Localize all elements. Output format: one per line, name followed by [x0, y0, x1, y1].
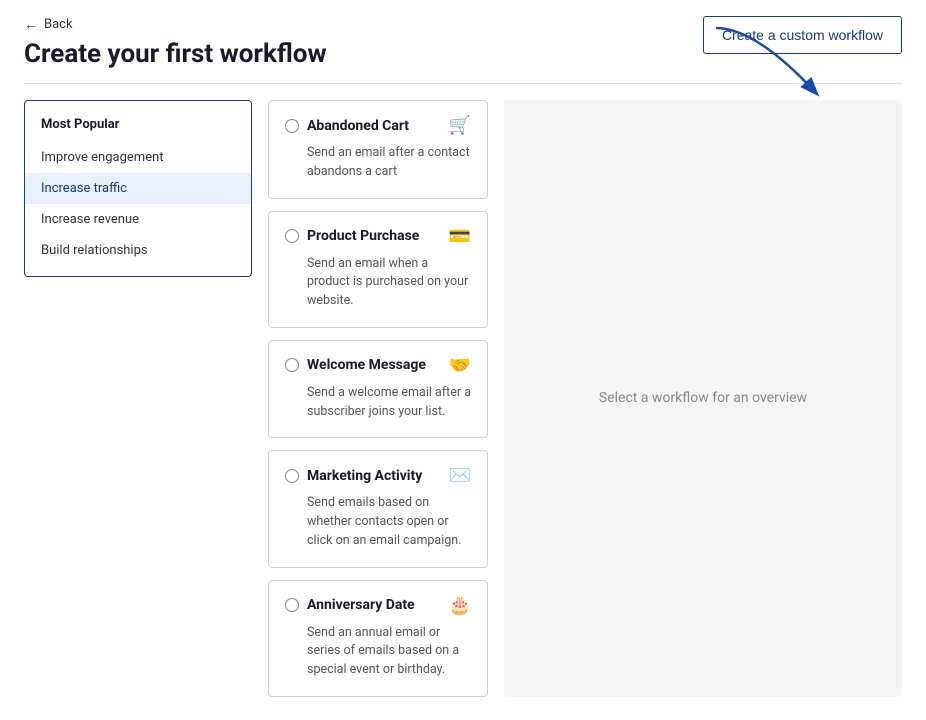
workflow-title-anniversary-date: Anniversary Date [307, 597, 415, 613]
workflow-card-welcome-message[interactable]: Welcome Message 🤝 Send a welcome email a… [268, 340, 488, 439]
radio-welcome-message[interactable] [285, 358, 299, 372]
workflow-icon-welcome-message: 🤝 [449, 355, 471, 376]
radio-marketing-activity[interactable] [285, 469, 299, 483]
workflow-card-abandoned-cart[interactable]: Abandoned Cart 🛒 Send an email after a c… [268, 100, 488, 199]
workflow-icon-abandoned-cart: 🛒 [449, 115, 471, 136]
radio-abandoned-cart[interactable] [285, 119, 299, 133]
workflow-title-welcome-message: Welcome Message [307, 357, 426, 373]
page-title: Create your first workflow [24, 39, 327, 69]
workflow-desc-anniversary-date: Send an annual email or series of emails… [285, 624, 471, 680]
workflow-desc-product-purchase: Send an email when a product is purchase… [285, 255, 471, 311]
workflow-card-product-purchase[interactable]: Product Purchase 💳 Send an email when a … [268, 211, 488, 328]
preview-panel: Select a workflow for an overview [504, 100, 902, 697]
sidebar-item-improve-engagement[interactable]: Improve engagement [25, 142, 251, 173]
workflow-desc-welcome-message: Send a welcome email after a subscriber … [285, 384, 471, 422]
workflow-title-marketing-activity: Marketing Activity [307, 468, 422, 484]
workflow-card-anniversary-date[interactable]: Anniversary Date 🎂 Send an annual email … [268, 580, 488, 697]
sidebar-item-increase-traffic[interactable]: Increase traffic [25, 173, 251, 204]
workflow-icon-anniversary-date: 🎂 [449, 595, 471, 616]
workflow-icon-marketing-activity: ✉️ [449, 465, 471, 486]
workflow-title-product-purchase: Product Purchase [307, 228, 419, 244]
workflow-desc-marketing-activity: Send emails based on whether contacts op… [285, 494, 471, 550]
preview-placeholder: Select a workflow for an overview [599, 390, 807, 406]
workflow-list: Abandoned Cart 🛒 Send an email after a c… [268, 100, 488, 697]
workflow-card-marketing-activity[interactable]: Marketing Activity ✉️ Send emails based … [268, 450, 488, 567]
sidebar: Most Popular Improve engagement Increase… [24, 100, 252, 277]
sidebar-item-increase-revenue[interactable]: Increase revenue [25, 204, 251, 235]
back-arrow-icon: ← [24, 16, 38, 33]
create-custom-workflow-button[interactable]: Create a custom workflow [703, 16, 902, 54]
sidebar-section-title: Most Popular [25, 111, 251, 142]
sidebar-item-build-relationships[interactable]: Build relationships [25, 235, 251, 266]
back-link[interactable]: ← Back [24, 16, 327, 33]
workflow-title-abandoned-cart: Abandoned Cart [307, 118, 409, 134]
workflow-icon-product-purchase: 💳 [449, 226, 471, 247]
back-label: Back [44, 17, 73, 32]
radio-anniversary-date[interactable] [285, 598, 299, 612]
radio-product-purchase[interactable] [285, 229, 299, 243]
workflow-desc-abandoned-cart: Send an email after a contact abandons a… [285, 144, 471, 182]
